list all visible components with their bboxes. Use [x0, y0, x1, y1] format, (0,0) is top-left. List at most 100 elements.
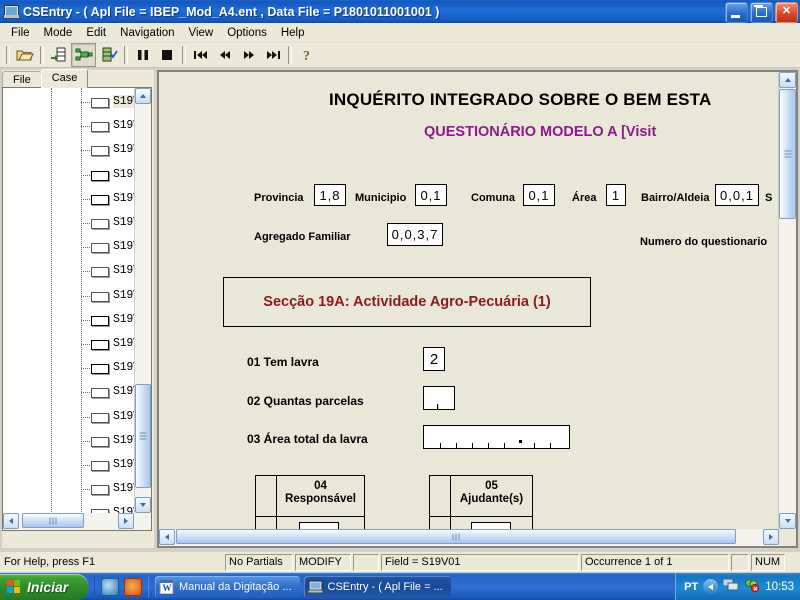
tree-tabs: File Case: [2, 69, 89, 88]
add-case-icon[interactable]: [47, 44, 70, 66]
field-municipio[interactable]: 0,1: [415, 184, 447, 206]
close-button[interactable]: ✕: [775, 2, 798, 23]
toolbar-separator: [124, 46, 128, 64]
scroll-down-icon[interactable]: [135, 497, 151, 513]
field-box-icon: [91, 122, 109, 133]
menu-mode[interactable]: Mode: [37, 25, 80, 41]
media-player-icon[interactable]: [124, 577, 142, 596]
question-03-field[interactable]: [423, 425, 570, 449]
field-provincia[interactable]: 1,8: [314, 184, 346, 206]
tree-item-s19v03.[interactable]: S19V03.: [3, 138, 151, 162]
window-controls: ✕: [725, 2, 798, 23]
quick-launch: [94, 575, 149, 598]
tree-item-s19v07[interactable]: S19V07: [3, 235, 151, 259]
roster-04-cell[interactable]: [299, 522, 339, 529]
network-icon[interactable]: [722, 578, 739, 595]
tree-item-s19v14b[interactable]: S19V14B: [3, 429, 151, 453]
scroll-right-icon[interactable]: [118, 513, 134, 529]
language-indicator[interactable]: PT: [684, 581, 698, 593]
form-vscroll-thumb[interactable]: [779, 89, 796, 219]
window-title: CSEntry - ( Apl File = IBEP_Mod_A4.ent ,…: [23, 4, 440, 19]
internet-explorer-icon[interactable]: [101, 577, 119, 596]
toolbar-separator: [40, 46, 44, 64]
field-area[interactable]: 1: [606, 184, 626, 206]
tree-item-s19v14d[interactable]: S19V14D: [3, 477, 151, 501]
tree-item-s19v120[interactable]: S19V120: [3, 356, 151, 380]
roster-05-header-rule: [429, 516, 533, 517]
pause-icon[interactable]: [131, 44, 154, 66]
tab-case[interactable]: Case: [40, 69, 89, 88]
case-tree[interactable]: S19V01.S19V02.S19V03.S19V040S19V050S19V0…: [2, 87, 152, 531]
tree-item-s19v100[interactable]: S19V100: [3, 308, 151, 332]
field-box-icon: [91, 243, 109, 254]
roster-05-header: 05 Ajudante(s): [450, 480, 533, 506]
tree-item-s19v06[interactable]: S19V06: [3, 211, 151, 235]
question-01-label: 01 Tem lavra: [247, 355, 319, 369]
field-agregado-familiar[interactable]: 0,0,3,7: [387, 223, 443, 246]
tree-item-s19v09[interactable]: S19V09: [3, 284, 151, 308]
tree-item-s19v110[interactable]: S19V110: [3, 332, 151, 356]
task-buttons: W Manual da Digitação ... CSEntry - ( Ap…: [149, 575, 451, 598]
minimize-button[interactable]: [725, 2, 748, 23]
tab-file[interactable]: File: [2, 71, 42, 88]
menu-view[interactable]: View: [181, 25, 220, 41]
last-icon[interactable]: [261, 44, 284, 66]
menu-edit[interactable]: Edit: [79, 25, 113, 41]
scroll-left-icon[interactable]: [159, 529, 175, 545]
tree-hscroll-thumb[interactable]: [22, 513, 84, 528]
scroll-up-icon[interactable]: [779, 72, 796, 88]
stop-icon[interactable]: [155, 44, 178, 66]
form-hscroll-thumb[interactable]: [176, 529, 736, 544]
tree-item-s19v02.[interactable]: S19V02.: [3, 114, 151, 138]
show-hidden-icons-icon[interactable]: [703, 579, 719, 594]
form-vertical-scrollbar[interactable]: [778, 72, 796, 529]
scroll-up-icon[interactable]: [135, 88, 151, 104]
form-horizontal-scrollbar[interactable]: [159, 529, 779, 546]
help-icon[interactable]: ?: [295, 44, 318, 66]
tree-item-s19v01.[interactable]: S19V01.: [3, 90, 151, 114]
scroll-down-icon[interactable]: [779, 513, 796, 529]
tree-item-s19v14a[interactable]: S19V14A: [3, 404, 151, 428]
task-button-word[interactable]: W Manual da Digitação ...: [155, 575, 300, 598]
first-icon[interactable]: [189, 44, 212, 66]
menu-options[interactable]: Options: [220, 25, 274, 41]
tree-scroll-thumb[interactable]: [135, 384, 151, 488]
tree-item-s19v040[interactable]: S19V040: [3, 163, 151, 187]
menu-file[interactable]: File: [4, 25, 37, 41]
tree-item-s19v13.[interactable]: S19V13.: [3, 380, 151, 404]
tree-horizontal-scrollbar[interactable]: [3, 513, 151, 530]
menu-help[interactable]: Help: [274, 25, 312, 41]
start-button[interactable]: Iniciar: [0, 573, 88, 600]
field-bairro-aldeia[interactable]: 0,0,1: [715, 184, 759, 206]
open-icon[interactable]: [13, 44, 36, 66]
tree-item-s19v08[interactable]: S19V08: [3, 259, 151, 283]
tree-branch-line: [81, 392, 90, 394]
field-box-icon: [91, 219, 109, 230]
next-icon[interactable]: [237, 44, 260, 66]
verify-case-icon[interactable]: [97, 44, 120, 66]
tree-branch-line: [81, 271, 90, 273]
roster-05-cell[interactable]: [471, 522, 511, 529]
tree-vertical-scrollbar[interactable]: [134, 88, 151, 530]
task-button-csentry[interactable]: CSEntry - ( Apl File = ...: [303, 575, 451, 598]
clock: 10:53: [765, 580, 794, 593]
question-01-field[interactable]: 2: [423, 347, 445, 371]
form-heading: INQUÉRITO INTEGRADO SOBRE O BEM ESTA: [329, 90, 712, 109]
question-02-field[interactable]: [423, 386, 455, 410]
scroll-right-icon[interactable]: [763, 529, 779, 545]
field-box-icon: [91, 339, 109, 350]
field-box-icon: [91, 170, 109, 181]
modify-case-icon[interactable]: [71, 43, 96, 67]
label-seccao-truncated: S: [765, 192, 773, 204]
restore-button[interactable]: [750, 2, 773, 23]
form-subheading: QUESTIONÁRIO MODELO A [Visit: [424, 124, 657, 140]
field-comuna[interactable]: 0,1: [523, 184, 555, 206]
previous-icon[interactable]: [213, 44, 236, 66]
scroll-left-icon[interactable]: [3, 513, 19, 529]
status-spacer: [731, 553, 749, 571]
tree-item-s19v050[interactable]: S19V050: [3, 187, 151, 211]
menu-navigation[interactable]: Navigation: [113, 25, 181, 41]
status-field: Field = S19V01: [381, 553, 579, 571]
antivirus-icon[interactable]: ✕: [744, 578, 760, 595]
tree-item-s19v14c[interactable]: S19V14C: [3, 453, 151, 477]
